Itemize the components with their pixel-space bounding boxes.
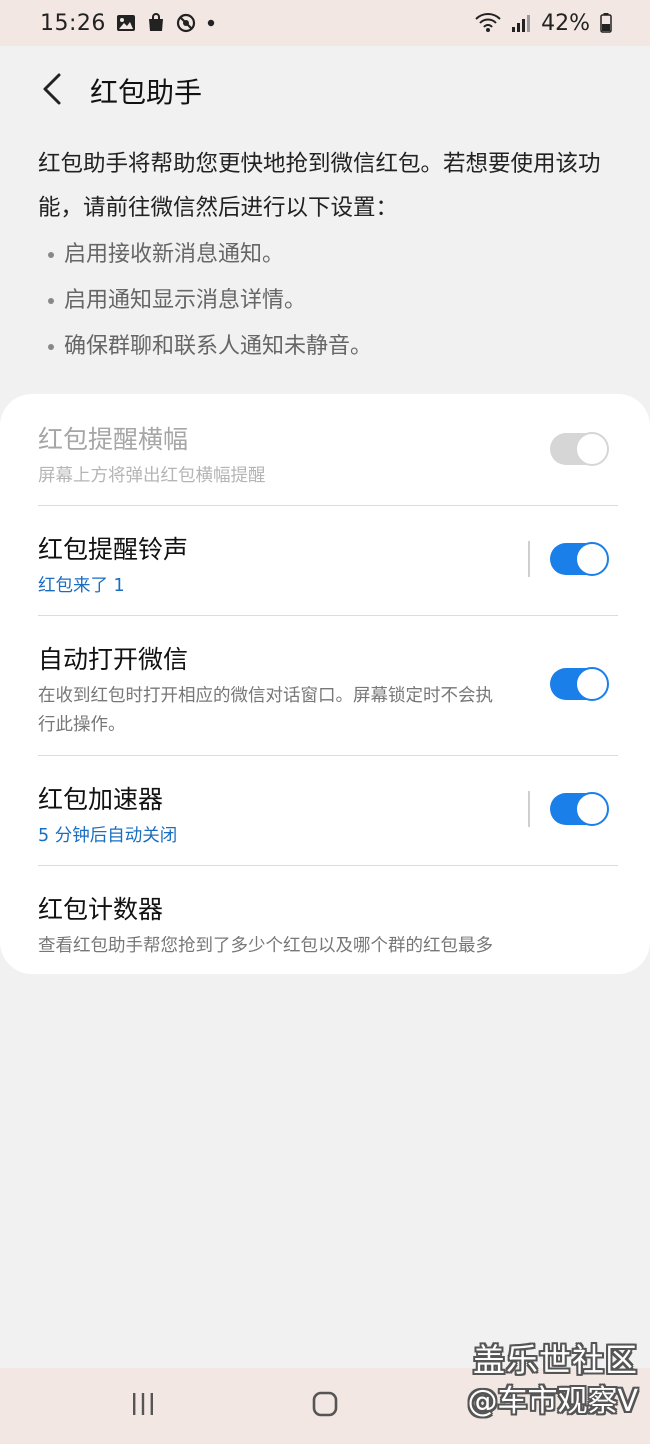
instruction-list: 启用接收新消息通知。 启用通知显示消息详情。 确保群聊和联系人通知未静音。: [48, 232, 372, 370]
wifi-icon: [475, 13, 501, 33]
divider: [38, 615, 618, 616]
setting-auto-open-row[interactable]: 自动打开微信 在收到红包时打开相应的微信对话窗口。屏幕锁定时不会执行此操作。: [38, 640, 508, 740]
home-icon: [311, 1390, 339, 1422]
bullet-icon: [48, 344, 54, 350]
recents-button[interactable]: [98, 1368, 188, 1444]
list-item: 确保群聊和联系人通知未静音。: [48, 324, 372, 370]
toggle-knob: [575, 667, 609, 701]
watermark: 盖乐世社区 @车市观察V: [467, 1340, 638, 1424]
bullet-icon: [48, 298, 54, 304]
block-icon: [176, 13, 196, 33]
page-title: 红包助手: [90, 76, 203, 109]
status-bar: 15:26 42%: [0, 0, 650, 46]
setting-title: 红包提醒铃声: [38, 535, 189, 564]
setting-title: 红包计数器: [38, 895, 164, 924]
intro-text: 红包助手将帮助您更快地抢到微信红包。若想要使用该功能，请前往微信然后进行以下设置…: [38, 151, 601, 221]
bullet-icon: [48, 252, 54, 258]
vertical-separator: [528, 791, 530, 827]
divider: [38, 505, 618, 506]
setting-banner-row[interactable]: 红包提醒横幅 屏幕上方将弹出红包横幅提醒: [38, 420, 618, 491]
setting-title: 自动打开微信: [38, 645, 189, 674]
setting-subtitle: 红包来了 1: [38, 576, 125, 596]
battery-percent: 42%: [541, 10, 590, 36]
shopping-bag-icon: [146, 13, 166, 33]
chevron-left-icon: [41, 72, 63, 110]
dot-icon: [206, 18, 216, 28]
app-header: 红包助手: [0, 46, 650, 136]
toggle-knob: [575, 432, 609, 466]
ringtone-toggle[interactable]: [550, 542, 609, 576]
divider: [38, 865, 618, 866]
image-icon: [116, 14, 136, 32]
setting-title: 红包加速器: [38, 785, 164, 814]
status-time: 15:26: [40, 10, 106, 36]
setting-subtitle: 查看红包助手帮您抢到了多少个红包以及哪个群的红包最多: [38, 936, 493, 956]
auto-open-toggle[interactable]: [550, 667, 609, 701]
toggle-knob: [575, 542, 609, 576]
banner-toggle[interactable]: [550, 432, 609, 466]
signal-icon: [511, 13, 531, 33]
toggle-knob: [575, 792, 609, 826]
setting-subtitle: 在收到红包时打开相应的微信对话窗口。屏幕锁定时不会执行此操作。: [38, 686, 493, 735]
setting-title: 红包提醒横幅: [38, 425, 189, 454]
back-button[interactable]: [20, 59, 84, 123]
home-button[interactable]: [280, 1368, 370, 1444]
list-item: 启用接收新消息通知。: [48, 232, 372, 278]
list-item: 启用通知显示消息详情。: [48, 278, 372, 324]
watermark-line1: 盖乐世社区: [472, 1341, 638, 1379]
setting-subtitle: 5 分钟后自动关闭: [38, 826, 178, 846]
setting-counter-row[interactable]: 红包计数器 查看红包助手帮您抢到了多少个红包以及哪个群的红包最多: [38, 890, 618, 961]
setting-accelerator-row[interactable]: 红包加速器 5 分钟后自动关闭: [38, 780, 618, 851]
setting-ringtone-row[interactable]: 红包提醒铃声 红包来了 1: [38, 530, 618, 601]
battery-icon: [600, 13, 612, 33]
setting-subtitle: 屏幕上方将弹出红包横幅提醒: [38, 466, 266, 486]
vertical-separator: [528, 541, 530, 577]
settings-card: 红包提醒横幅 屏幕上方将弹出红包横幅提醒 红包提醒铃声 红包来了 1 自动打开微…: [0, 394, 650, 974]
watermark-line2: @车市观察V: [467, 1384, 638, 1419]
divider: [38, 755, 618, 756]
recents-icon: [130, 1391, 156, 1421]
accelerator-toggle[interactable]: [550, 792, 609, 826]
